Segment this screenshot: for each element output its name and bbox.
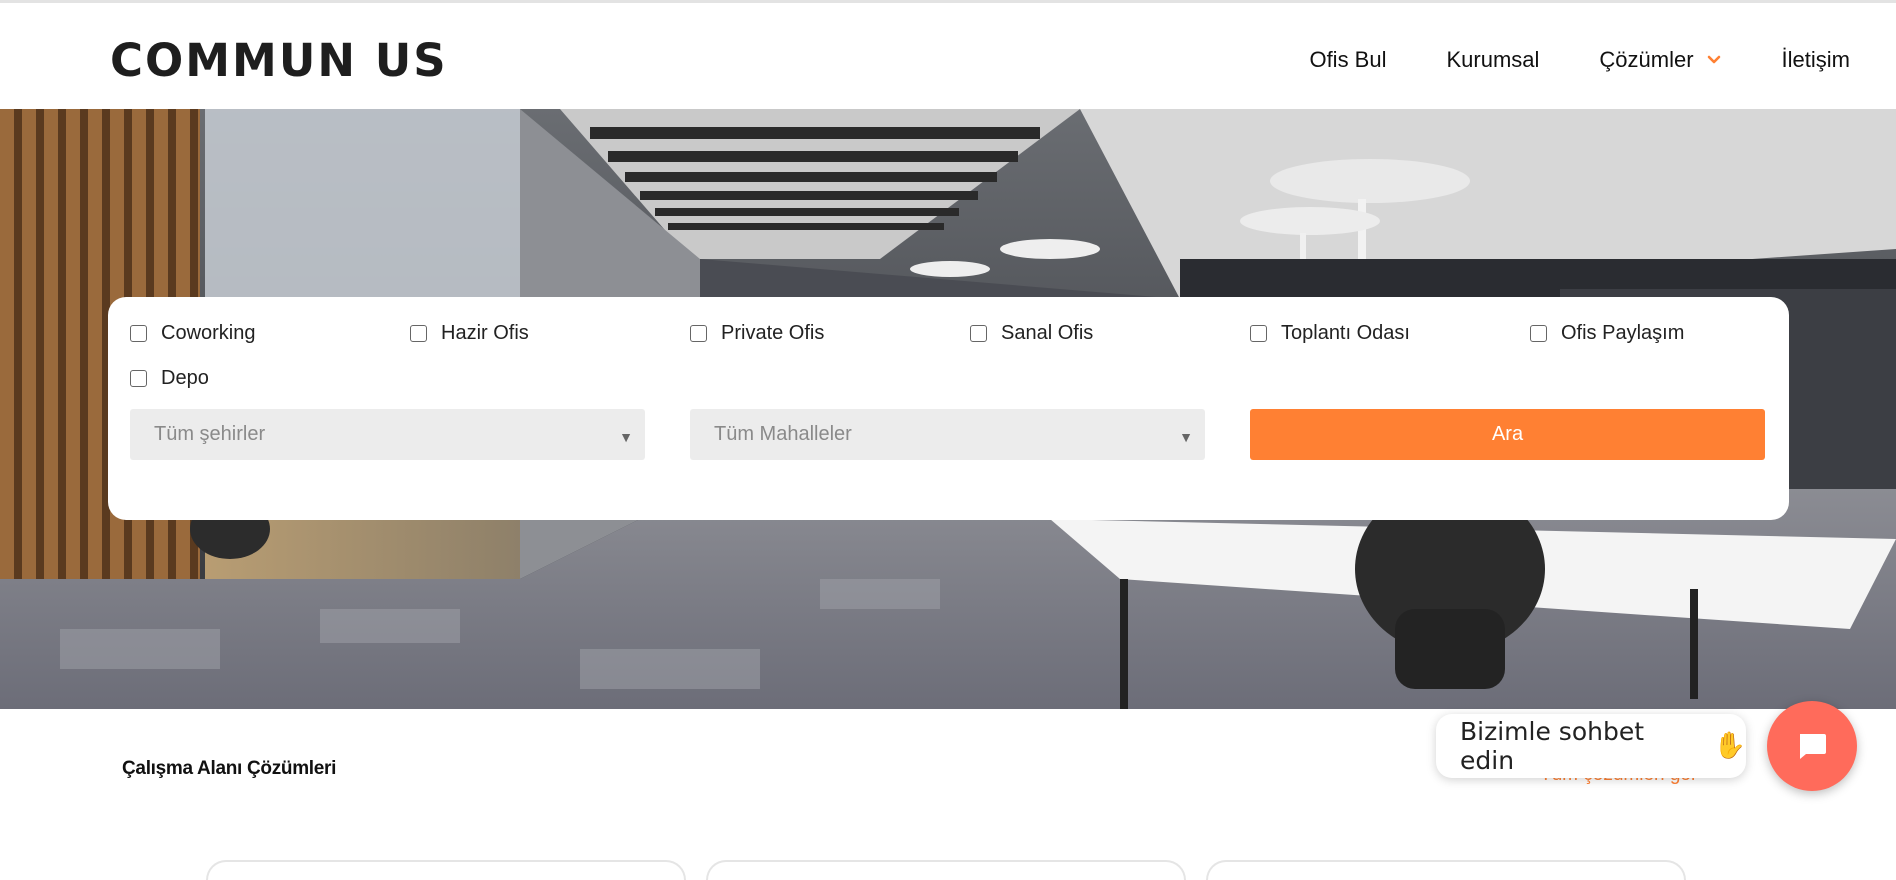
nav-item-ofis-bul[interactable]: Ofis Bul <box>1309 47 1386 73</box>
checkbox-label: Ofis Paylaşım <box>1561 322 1685 344</box>
checkbox-depo[interactable]: Depo <box>130 367 209 390</box>
nav-label: Ofis Bul <box>1309 47 1387 72</box>
chat-launcher-button[interactable] <box>1767 701 1857 791</box>
logo[interactable]: COMMUN US <box>110 31 448 89</box>
checkbox-label: Sanal Ofis <box>1001 322 1094 344</box>
checkbox-ofis-paylasim[interactable]: Ofis Paylaşım <box>1530 322 1684 345</box>
section-title: Çalışma Alanı Çözümleri <box>122 758 337 779</box>
search-panel: Coworking Hazir Ofis Private Ofis Sanal … <box>108 297 1789 520</box>
chat-prompt-text: Bizimle sohbet edin <box>1460 717 1645 775</box>
checkbox-coworking[interactable]: Coworking <box>130 322 255 345</box>
waving-hand-icon: ✋ <box>1713 731 1746 761</box>
nav-item-iletisim[interactable]: İletişim <box>1782 47 1850 73</box>
chat-prompt-bubble[interactable]: Bizimle sohbet edin ✋ <box>1436 714 1746 778</box>
main-nav: Ofis Bul Kurumsal Çözümler İletişim <box>1249 47 1850 73</box>
solution-card[interactable] <box>206 860 686 880</box>
checkbox-box[interactable] <box>130 370 147 387</box>
logo-text: COMMUN US <box>110 33 448 87</box>
checkbox-toplanti-odasi[interactable]: Toplantı Odası <box>1250 322 1410 345</box>
site-header: COMMUN US Ofis Bul Kurumsal Çözümler İle… <box>0 3 1896 109</box>
checkbox-private-ofis[interactable]: Private Ofis <box>690 322 824 345</box>
checkbox-label: Depo <box>161 367 209 389</box>
search-button[interactable]: Ara <box>1250 409 1765 460</box>
solution-card[interactable] <box>1206 860 1686 880</box>
city-select-value: Tüm şehirler <box>154 423 266 445</box>
dropdown-caret-icon: ▼ <box>1179 429 1193 445</box>
district-select-value: Tüm Mahalleler <box>714 423 852 445</box>
checkbox-box[interactable] <box>690 325 707 342</box>
nav-item-kurumsal[interactable]: Kurumsal <box>1446 47 1539 73</box>
chat-icon <box>1800 734 1826 759</box>
checkbox-hazir-ofis[interactable]: Hazir Ofis <box>410 322 529 345</box>
checkbox-box[interactable] <box>410 325 427 342</box>
city-select[interactable]: Tüm şehirler ▼ <box>130 409 645 460</box>
checkbox-box[interactable] <box>1530 325 1547 342</box>
nav-label: Çözümler <box>1599 47 1694 72</box>
checkbox-label: Private Ofis <box>721 322 825 344</box>
checkbox-sanal-ofis[interactable]: Sanal Ofis <box>970 322 1093 345</box>
checkbox-box[interactable] <box>130 325 147 342</box>
checkbox-label: Hazir Ofis <box>441 322 529 344</box>
nav-label: İletişim <box>1781 47 1850 72</box>
solution-card[interactable] <box>706 860 1186 880</box>
checkbox-box[interactable] <box>1250 325 1267 342</box>
nav-item-cozumler[interactable]: Çözümler <box>1599 47 1721 73</box>
district-select[interactable]: Tüm Mahalleler ▼ <box>690 409 1205 460</box>
nav-label: Kurumsal <box>1446 47 1540 72</box>
chevron-down-icon <box>1707 55 1720 64</box>
checkbox-label: Coworking <box>161 322 256 344</box>
checkbox-label: Toplantı Odası <box>1281 322 1410 344</box>
checkbox-box[interactable] <box>970 325 987 342</box>
dropdown-caret-icon: ▼ <box>619 429 633 445</box>
